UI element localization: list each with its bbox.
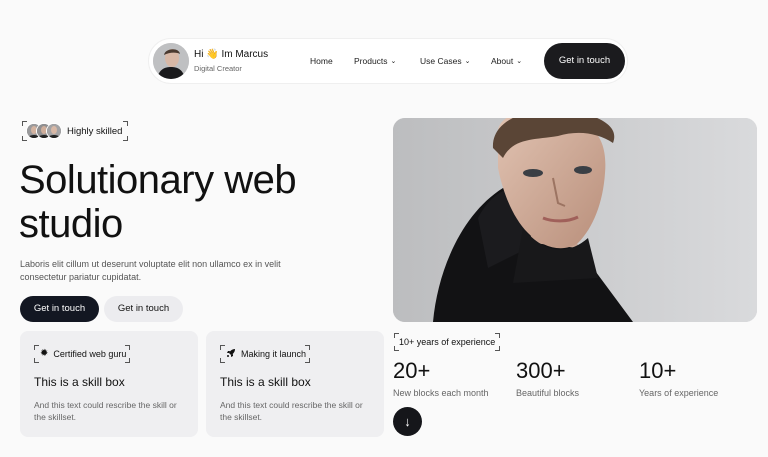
hero-description: Laboris elit cillum ut deserunt voluptat… xyxy=(20,259,281,282)
chevron-down-icon: ⌄ xyxy=(464,58,471,65)
skill-title: This is a skill box xyxy=(220,375,311,389)
avatar xyxy=(46,123,62,139)
arrow-down-icon: ↓ xyxy=(404,414,411,429)
highly-skilled-tag: Highly skilled xyxy=(22,121,129,141)
nav-item-use-cases[interactable]: Use Cases ⌄ xyxy=(420,56,470,68)
top-navigation: Hi 👋 Im Marcus Digital Creator Home Prod… xyxy=(148,38,628,84)
skill-title: This is a skill box xyxy=(34,375,125,389)
experience-tag-label: 10+ years of experience xyxy=(399,337,496,347)
nav-item-about[interactable]: About ⌄ xyxy=(491,56,522,68)
skill-tag-label: Certified web guru xyxy=(53,349,127,359)
tag-label: Highly skilled xyxy=(67,125,123,137)
avatar-group xyxy=(26,123,62,139)
chevron-down-icon: ⌄ xyxy=(516,58,523,65)
page-title: Solutionary web studio xyxy=(19,158,297,246)
nav-item-label: Use Cases xyxy=(420,56,462,66)
skill-description: And this text could rescribe the skill o… xyxy=(220,400,363,422)
stat-label: New blocks each month xyxy=(393,388,489,398)
scroll-down-button[interactable]: ↓ xyxy=(393,407,422,436)
get-in-touch-button[interactable]: Get in touch xyxy=(20,296,99,322)
experience-tag: 10+ years of experience xyxy=(394,333,501,351)
stat-item: 20+ New blocks each month xyxy=(393,359,489,399)
nav-item-products[interactable]: Products ⌄ xyxy=(354,56,396,68)
skill-tag-label: Making it launch xyxy=(241,349,307,359)
nav-get-in-touch-button[interactable]: Get in touch xyxy=(544,43,625,79)
stat-label: Beautiful blocks xyxy=(516,388,580,398)
rocket-icon xyxy=(226,348,236,361)
hero-portrait-image xyxy=(393,118,757,322)
stat-value: 10+ xyxy=(639,358,677,383)
skill-description: And this text could rescribe the skill o… xyxy=(34,400,177,422)
role-text: Digital Creator xyxy=(194,64,242,73)
nav-item-label: Home xyxy=(310,56,333,66)
greeting-text: Hi 👋 Im Marcus xyxy=(194,49,269,60)
skill-box: ✹ Certified web guru This is a skill box… xyxy=(20,331,198,437)
stat-item: 300+ Beautiful blocks xyxy=(516,359,579,399)
stat-value: 20+ xyxy=(393,358,431,383)
stat-label: Years of experience xyxy=(639,388,719,398)
get-in-touch-secondary-button[interactable]: Get in touch xyxy=(104,296,183,322)
avatar[interactable] xyxy=(153,43,189,79)
skill-tag: Making it launch xyxy=(220,345,311,363)
skill-tag: ✹ Certified web guru xyxy=(34,345,131,363)
chevron-down-icon: ⌄ xyxy=(390,58,397,65)
nav-item-home[interactable]: Home xyxy=(310,56,333,66)
gear-icon: ✹ xyxy=(40,348,49,359)
nav-item-label: Products xyxy=(354,56,388,66)
nav-item-label: About xyxy=(491,56,514,66)
stat-value: 300+ xyxy=(516,358,566,383)
profile-info: Hi 👋 Im Marcus Digital Creator xyxy=(194,49,268,74)
skill-box: Making it launch This is a skill box And… xyxy=(206,331,384,437)
stat-item: 10+ Years of experience xyxy=(639,359,718,399)
